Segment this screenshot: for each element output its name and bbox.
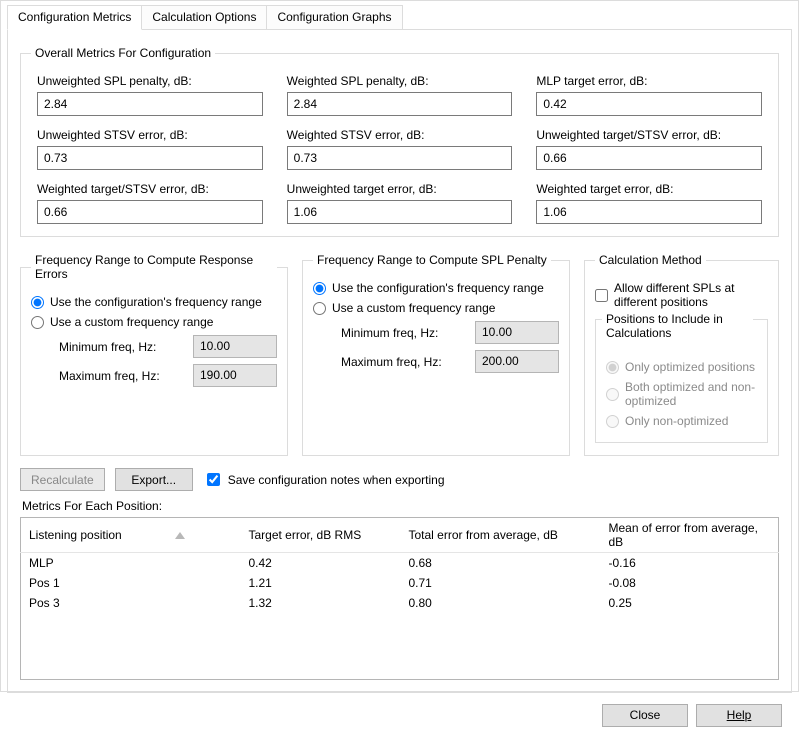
export-button[interactable]: Export...	[115, 468, 193, 491]
field-freq-spl-min: 10.00	[475, 321, 559, 344]
cell-mean-error: -0.08	[601, 573, 779, 593]
dialog-window: Configuration Metrics Calculation Option…	[0, 0, 799, 692]
radio-freq-spl-custom-input[interactable]	[313, 302, 326, 315]
radio-label: Use a custom frequency range	[332, 301, 495, 315]
radio-freq-spl-use-config-input[interactable]	[313, 282, 326, 295]
positions-table[interactable]: Listening position Target error, dB RMS …	[20, 517, 779, 680]
tab-panel-configuration-metrics: Overall Metrics For Configuration Unweig…	[7, 29, 792, 693]
checkbox-save-notes-input[interactable]	[207, 473, 220, 486]
table-row[interactable]: Pos 3 1.32 0.80 0.25	[21, 593, 779, 613]
radio-freq-err-use-config-input[interactable]	[31, 296, 44, 309]
col-header-text: Listening position	[29, 528, 122, 542]
group-positions-include: Positions to Include in Calculations Onl…	[595, 319, 768, 443]
checkbox-allow-different-spls-input[interactable]	[595, 289, 608, 302]
radio-label: Use the configuration's frequency range	[332, 281, 544, 295]
tab-strip: Configuration Metrics Calculation Option…	[1, 1, 798, 30]
radio-label: Use the configuration's frequency range	[50, 295, 262, 309]
metrics-per-position-label: Metrics For Each Position:	[22, 499, 779, 513]
col-header-target-error[interactable]: Target error, dB RMS	[241, 518, 401, 553]
radio-both-optimized-input	[606, 388, 619, 401]
checkbox-allow-different-spls[interactable]: Allow different SPLs at different positi…	[595, 281, 768, 309]
field-freq-err-min: 10.00	[193, 335, 277, 358]
radio-freq-err-use-config[interactable]: Use the configuration's frequency range	[31, 295, 277, 309]
metric-value-mlp-target-error[interactable]: 0.42	[536, 92, 762, 116]
table-row[interactable]: MLP 0.42 0.68 -0.16	[21, 553, 779, 574]
metric-label: Unweighted STSV error, dB:	[37, 128, 263, 142]
cell-target-error: 1.21	[241, 573, 401, 593]
radio-freq-spl-custom[interactable]: Use a custom frequency range	[313, 301, 559, 315]
metric-value-weighted-spl-penalty[interactable]: 2.84	[287, 92, 513, 116]
field-freq-err-max: 190.00	[193, 364, 277, 387]
radio-only-non-optimized: Only non-optimized	[606, 414, 757, 428]
checkbox-label: Save configuration notes when exporting	[228, 473, 445, 487]
metric-value-weighted-target-stsv-error[interactable]: 0.66	[37, 200, 263, 224]
metric-value-unweighted-target-stsv-error[interactable]: 0.66	[536, 146, 762, 170]
cell-total-error: 0.71	[401, 573, 601, 593]
metric-label: MLP target error, dB:	[536, 74, 762, 88]
group-calculation-method-legend: Calculation Method	[595, 253, 706, 267]
radio-only-optimized-input	[606, 361, 619, 374]
col-header-listening-position[interactable]: Listening position	[21, 518, 241, 553]
cell-target-error: 0.42	[241, 553, 401, 574]
cell-position: MLP	[21, 553, 241, 574]
radio-label: Use a custom frequency range	[50, 315, 213, 329]
group-overall-metrics-legend: Overall Metrics For Configuration	[31, 46, 215, 60]
group-calculation-method: Calculation Method Allow different SPLs …	[584, 253, 779, 456]
radio-freq-spl-use-config[interactable]: Use the configuration's frequency range	[313, 281, 559, 295]
cell-mean-error: -0.16	[601, 553, 779, 574]
cell-mean-error: 0.25	[601, 593, 779, 613]
cell-target-error: 1.32	[241, 593, 401, 613]
col-header-mean-error[interactable]: Mean of error from average, dB	[601, 518, 779, 553]
metric-value-weighted-stsv-error[interactable]: 0.73	[287, 146, 513, 170]
group-freq-spl-penalty-legend: Frequency Range to Compute SPL Penalty	[313, 253, 551, 267]
metric-label: Weighted target/STSV error, dB:	[37, 182, 263, 196]
table-row[interactable]: Pos 1 1.21 0.71 -0.08	[21, 573, 779, 593]
checkbox-label: Allow different SPLs at different positi…	[614, 281, 768, 309]
radio-label: Both optimized and non-optimized	[625, 380, 757, 408]
metric-label: Weighted target error, dB:	[536, 182, 762, 196]
radio-only-non-optimized-input	[606, 415, 619, 428]
cell-total-error: 0.80	[401, 593, 601, 613]
group-freq-response-errors: Frequency Range to Compute Response Erro…	[20, 253, 288, 456]
checkbox-save-notes[interactable]: Save configuration notes when exporting	[203, 470, 445, 489]
radio-freq-err-custom-input[interactable]	[31, 316, 44, 329]
col-header-total-error[interactable]: Total error from average, dB	[401, 518, 601, 553]
metric-label: Weighted STSV error, dB:	[287, 128, 513, 142]
group-freq-spl-penalty: Frequency Range to Compute SPL Penalty U…	[302, 253, 570, 456]
metric-value-weighted-target-error[interactable]: 1.06	[536, 200, 762, 224]
close-button[interactable]: Close	[602, 704, 688, 727]
cell-position: Pos 1	[21, 573, 241, 593]
metric-label: Unweighted SPL penalty, dB:	[37, 74, 263, 88]
radio-both-optimized: Both optimized and non-optimized	[606, 380, 757, 408]
label-max-freq: Maximum freq, Hz:	[59, 369, 185, 383]
group-freq-response-errors-legend: Frequency Range to Compute Response Erro…	[31, 253, 277, 281]
group-overall-metrics: Overall Metrics For Configuration Unweig…	[20, 46, 779, 237]
overall-metrics-grid: Unweighted SPL penalty, dB: 2.84 Weighted…	[31, 68, 768, 224]
radio-label: Only optimized positions	[625, 360, 755, 374]
dialog-footer: Close Help	[1, 694, 798, 741]
help-button[interactable]: Help	[696, 704, 782, 727]
group-positions-include-legend: Positions to Include in Calculations	[602, 312, 753, 340]
metric-label: Weighted SPL penalty, dB:	[287, 74, 513, 88]
cell-position: Pos 3	[21, 593, 241, 613]
radio-label: Only non-optimized	[625, 414, 728, 428]
radio-freq-err-custom[interactable]: Use a custom frequency range	[31, 315, 277, 329]
field-freq-spl-max: 200.00	[475, 350, 559, 373]
metric-value-unweighted-target-error[interactable]: 1.06	[287, 200, 513, 224]
label-max-freq: Maximum freq, Hz:	[341, 355, 467, 369]
cell-total-error: 0.68	[401, 553, 601, 574]
label-min-freq: Minimum freq, Hz:	[59, 340, 185, 354]
metric-value-unweighted-spl-penalty[interactable]: 2.84	[37, 92, 263, 116]
radio-only-optimized: Only optimized positions	[606, 360, 757, 374]
sort-ascending-icon	[175, 532, 185, 539]
tab-configuration-metrics[interactable]: Configuration Metrics	[7, 5, 142, 30]
metric-value-unweighted-stsv-error[interactable]: 0.73	[37, 146, 263, 170]
metric-label: Unweighted target/STSV error, dB:	[536, 128, 762, 142]
tab-configuration-graphs[interactable]: Configuration Graphs	[266, 5, 402, 30]
metric-label: Unweighted target error, dB:	[287, 182, 513, 196]
tab-calculation-options[interactable]: Calculation Options	[141, 5, 267, 30]
label-min-freq: Minimum freq, Hz:	[341, 326, 467, 340]
recalculate-button: Recalculate	[20, 468, 105, 491]
